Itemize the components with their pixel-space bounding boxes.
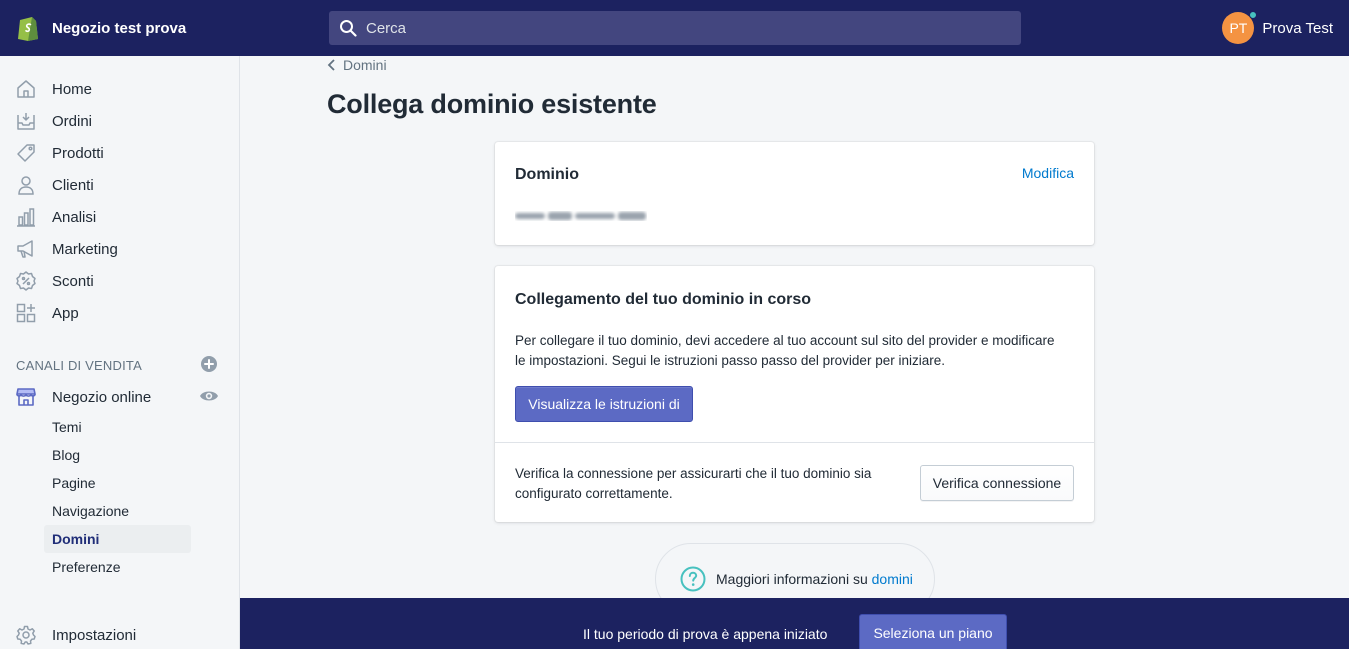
select-plan-button[interactable]: Seleziona un piano <box>859 614 1007 649</box>
sidebar-item-label: Marketing <box>52 240 118 258</box>
sidebar-subitem-domains[interactable]: Domini <box>44 525 191 553</box>
sidebar-subitem-label: Domini <box>52 531 100 547</box>
blurred-domain-value <box>515 212 646 220</box>
sidebar-item-settings[interactable]: Impostazioni <box>0 619 240 649</box>
sidebar-item-label: Negozio online <box>52 388 152 406</box>
apps-icon <box>16 303 36 323</box>
connect-card-heading: Collegamento del tuo dominio in corso <box>515 291 812 308</box>
search-icon <box>340 20 357 37</box>
sidebar-item-label: Prodotti <box>52 144 104 162</box>
sidebar: Home Ordini Prodotti Clienti Analisi Mar… <box>0 56 240 649</box>
sidebar-item-marketing[interactable]: Marketing <box>0 233 240 265</box>
sales-channels-heading: CANALI DI VENDITA <box>16 358 142 373</box>
sidebar-item-customers[interactable]: Clienti <box>0 169 240 201</box>
help-text-prefix: Maggiori informazioni su <box>716 571 872 587</box>
megaphone-icon <box>17 240 33 258</box>
sidebar-item-discounts[interactable]: Sconti <box>0 265 240 297</box>
sidebar-subitem-preferences[interactable]: Preferenze <box>44 553 191 581</box>
search-bar[interactable] <box>329 11 1021 45</box>
breadcrumb[interactable]: Domini <box>327 57 387 73</box>
sidebar-item-home[interactable]: Home <box>0 73 240 105</box>
page-title: Collega dominio esistente <box>327 89 657 119</box>
sidebar-subitem-blog[interactable]: Blog <box>44 441 191 469</box>
gear-icon <box>16 625 36 645</box>
sidebar-item-orders[interactable]: Ordini <box>0 105 240 137</box>
trial-banner: Il tuo periodo di prova è appena iniziat… <box>240 598 1349 649</box>
sidebar-subitem-themes[interactable]: Temi <box>44 413 191 441</box>
person-icon <box>18 176 34 195</box>
top-bar: Negozio test prova PT Prova Test <box>0 0 1349 56</box>
connect-text-line1: Per collegare il tuo dominio, devi acced… <box>515 333 1055 348</box>
sidebar-subitem-navigation[interactable]: Navigazione <box>44 497 191 525</box>
domain-card-heading: Dominio <box>515 166 579 183</box>
user-menu[interactable]: PT Prova Test <box>1222 11 1333 44</box>
bar-chart-icon <box>17 208 35 227</box>
sidebar-item-label: Home <box>52 80 93 98</box>
trial-text: Il tuo periodo di prova è appena iniziat… <box>583 626 828 642</box>
sidebar-item-label: App <box>52 304 79 322</box>
main-content: Domini Collega dominio esistente Dominio… <box>240 56 1349 649</box>
sidebar-item-label: Impostazioni <box>52 626 137 644</box>
eye-icon[interactable] <box>199 389 219 403</box>
home-icon <box>17 80 35 98</box>
sidebar-item-apps[interactable]: App <box>0 297 240 329</box>
search-input[interactable] <box>366 19 966 37</box>
status-dot-icon <box>1249 11 1258 19</box>
connect-card: Collegamento del tuo dominio in corso Pe… <box>495 266 1094 522</box>
breadcrumb-label: Domini <box>343 57 387 73</box>
view-instructions-button[interactable]: Visualizza le istruzioni di <box>515 386 693 422</box>
sidebar-subitem-label: Pagine <box>52 475 96 491</box>
avatar[interactable]: PT <box>1222 11 1258 44</box>
sidebar-item-label: Sconti <box>52 272 94 290</box>
chevron-left-icon <box>327 59 335 71</box>
store-icon <box>16 388 36 406</box>
connect-instructions-text: Per collegare il tuo dominio, devi acced… <box>515 331 1055 371</box>
verify-text: Verifica la connessione per assicurarti … <box>515 464 871 504</box>
sidebar-item-label: Analisi <box>52 208 97 226</box>
discount-icon <box>16 271 36 291</box>
sidebar-subitem-label: Blog <box>52 447 81 463</box>
sidebar-item-label: Clienti <box>52 176 94 194</box>
help-text: Maggiori informazioni su domini <box>716 568 913 587</box>
verify-connection-button[interactable]: Verifica connessione <box>920 465 1074 501</box>
user-name: Prova Test <box>1262 19 1333 37</box>
sidebar-subitem-pages[interactable]: Pagine <box>44 469 191 497</box>
domain-card: Dominio Modifica <box>495 142 1094 245</box>
domains-help-link[interactable]: domini <box>872 571 913 587</box>
tag-icon <box>17 144 35 162</box>
sidebar-subitem-label: Preferenze <box>52 559 121 575</box>
store-brand[interactable]: Negozio test prova <box>0 14 240 42</box>
add-channel-icon[interactable] <box>200 355 218 373</box>
shopify-logo-icon <box>18 17 38 41</box>
question-circle-icon <box>680 566 706 592</box>
sidebar-item-analytics[interactable]: Analisi <box>0 201 240 233</box>
sidebar-subitem-label: Navigazione <box>52 503 130 519</box>
verify-text-line2: configurato correttamente. <box>515 486 673 501</box>
sidebar-item-products[interactable]: Prodotti <box>0 137 240 169</box>
avatar-initials: PT <box>1229 20 1248 36</box>
connect-text-line2: le impostazioni. Segui le istruzioni pas… <box>515 353 945 368</box>
edit-domain-link[interactable]: Modifica <box>1022 165 1074 181</box>
orders-icon <box>17 113 35 130</box>
verify-text-line1: Verifica la connessione per assicurarti … <box>515 466 872 481</box>
sidebar-item-label: Ordini <box>52 112 93 130</box>
store-name: Negozio test prova <box>52 19 187 37</box>
sidebar-subitem-label: Temi <box>52 419 82 435</box>
card-divider <box>495 442 1094 443</box>
